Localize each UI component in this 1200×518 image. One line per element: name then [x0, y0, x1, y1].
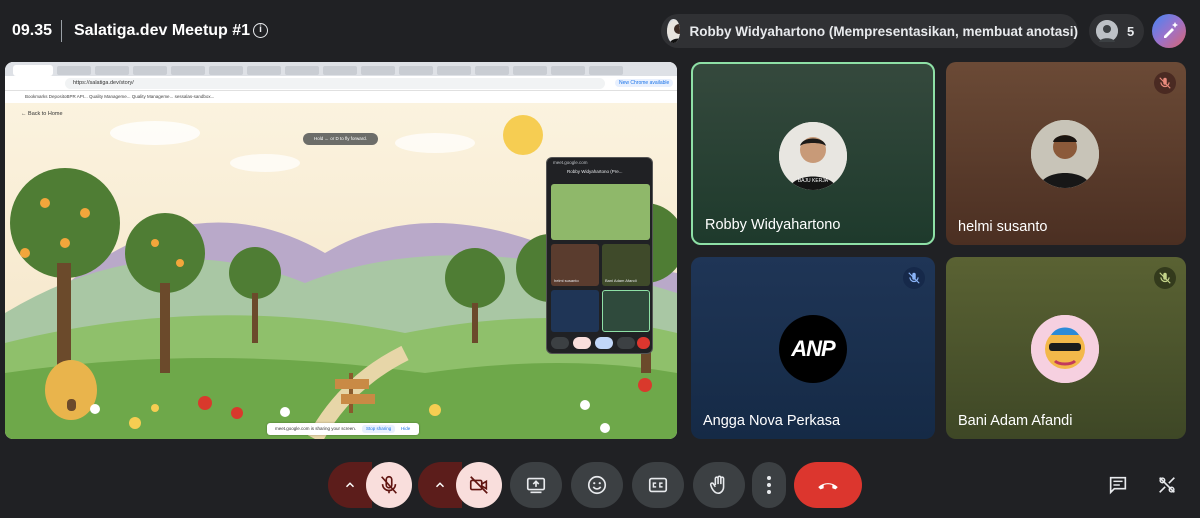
stop-sharing-button[interactable]: Stop sharing [362, 425, 396, 433]
chat-icon [1109, 476, 1127, 495]
participant-avatar: BAJU KERJA [779, 122, 847, 190]
captions-icon [648, 477, 668, 493]
sharing-notice: meet.google.com is sharing your screen. [275, 426, 357, 431]
top-bar: 09.35 Salatiga.dev Meetup #1 i Robby Wid… [0, 0, 1200, 62]
mic-off-icon [381, 475, 397, 494]
sharing-notification-bar: meet.google.com is sharing your screen. … [267, 423, 419, 435]
present-screen-icon [526, 477, 546, 494]
participant-tile[interactable]: BAJU KERJA Robby Widyahartono [691, 62, 935, 245]
more-vert-icon [767, 476, 771, 494]
tooltip: Hold ← or D to fly forward. [303, 133, 378, 145]
url-field: https://salatiga.dev/story/ [65, 78, 605, 89]
mini-tile: helmi susanto [551, 244, 599, 286]
mini-tile-name: Bani Adam Afandi [605, 278, 637, 283]
participant-avatar [1031, 120, 1099, 188]
presenter-avatar [667, 19, 680, 43]
presenter-pill[interactable]: Robby Widyahartono (Mempresentasikan, me… [661, 14, 1078, 48]
shared-screen[interactable]: https://salatiga.dev/story/ New Chrome a… [5, 62, 677, 439]
reactions-button[interactable] [571, 462, 623, 508]
mini-meet-window: meet.google.com Robby Widyahartono (Pre.… [546, 157, 653, 354]
meeting-time: 09.35 [12, 22, 53, 39]
mini-controls [551, 336, 650, 350]
activities-button[interactable] [1154, 472, 1180, 498]
captions-button[interactable] [632, 462, 684, 508]
camera-off-icon [469, 476, 488, 494]
new-chrome-badge: New Chrome available [615, 79, 674, 87]
chevron-up-icon [345, 482, 355, 488]
back-to-home-link: ← Back to Home [21, 111, 63, 117]
mini-tile: Bani Adam Afandi [602, 244, 650, 286]
participant-name: Robby Widyahartono [705, 217, 841, 233]
mic-off-icon [1154, 72, 1176, 94]
mini-tile [551, 290, 599, 332]
browser-address-bar: https://salatiga.dev/story/ New Chrome a… [5, 76, 677, 91]
activities-icon [1159, 477, 1175, 493]
people-button[interactable]: 5 [1089, 14, 1144, 48]
divider [61, 20, 62, 42]
participant-avatar [1031, 315, 1099, 383]
people-count: 5 [1127, 23, 1135, 39]
leave-call-button[interactable] [794, 462, 862, 508]
meeting-title: Salatiga.dev Meetup #1 [74, 22, 251, 39]
chevron-up-icon [435, 482, 445, 488]
mini-tile-name: helmi susanto [554, 278, 579, 283]
mic-off-icon [903, 267, 925, 289]
microphone-toggle-button[interactable] [366, 462, 412, 508]
participant-name: Bani Adam Afandi [958, 413, 1073, 429]
mini-window-title: Robby Widyahartono (Pre... [567, 169, 623, 174]
more-options-button[interactable] [752, 462, 786, 508]
bookmarks-bar: Bookmarks DepositoBPR API... Quality Man… [5, 91, 677, 103]
browser-tab-strip [5, 62, 677, 76]
emoji-icon [587, 475, 607, 495]
info-icon[interactable]: i [253, 23, 268, 38]
pen-sparkle-icon [1164, 22, 1178, 38]
participant-name: Angga Nova Perkasa [703, 413, 841, 429]
chat-button[interactable] [1105, 472, 1131, 498]
participants-avatar-icon [1096, 20, 1118, 42]
participant-name: helmi susanto [958, 219, 1048, 235]
present-button[interactable] [510, 462, 562, 508]
camera-toggle-button[interactable] [456, 462, 502, 508]
avatar-initials: ANP [791, 336, 835, 361]
gemini-button[interactable] [1152, 14, 1186, 48]
mini-window-url: meet.google.com [553, 160, 588, 165]
participant-tile[interactable]: Bani Adam Afandi [946, 257, 1186, 439]
mini-tile [602, 290, 650, 332]
presenter-label: Robby Widyahartono (Mempresentasikan, me… [689, 23, 1078, 39]
svg-text:BAJU KERJA: BAJU KERJA [798, 178, 829, 184]
call-end-icon [818, 483, 838, 490]
hide-button[interactable]: Hide [401, 425, 410, 433]
mini-shared-preview [551, 184, 650, 240]
hand-icon [709, 475, 725, 495]
participant-tile[interactable]: ANP Angga Nova Perkasa [691, 257, 935, 439]
mic-off-icon [1154, 267, 1176, 289]
participant-tile[interactable]: helmi susanto [946, 62, 1186, 245]
participant-avatar: ANP [779, 315, 847, 383]
raise-hand-button[interactable] [693, 462, 745, 508]
